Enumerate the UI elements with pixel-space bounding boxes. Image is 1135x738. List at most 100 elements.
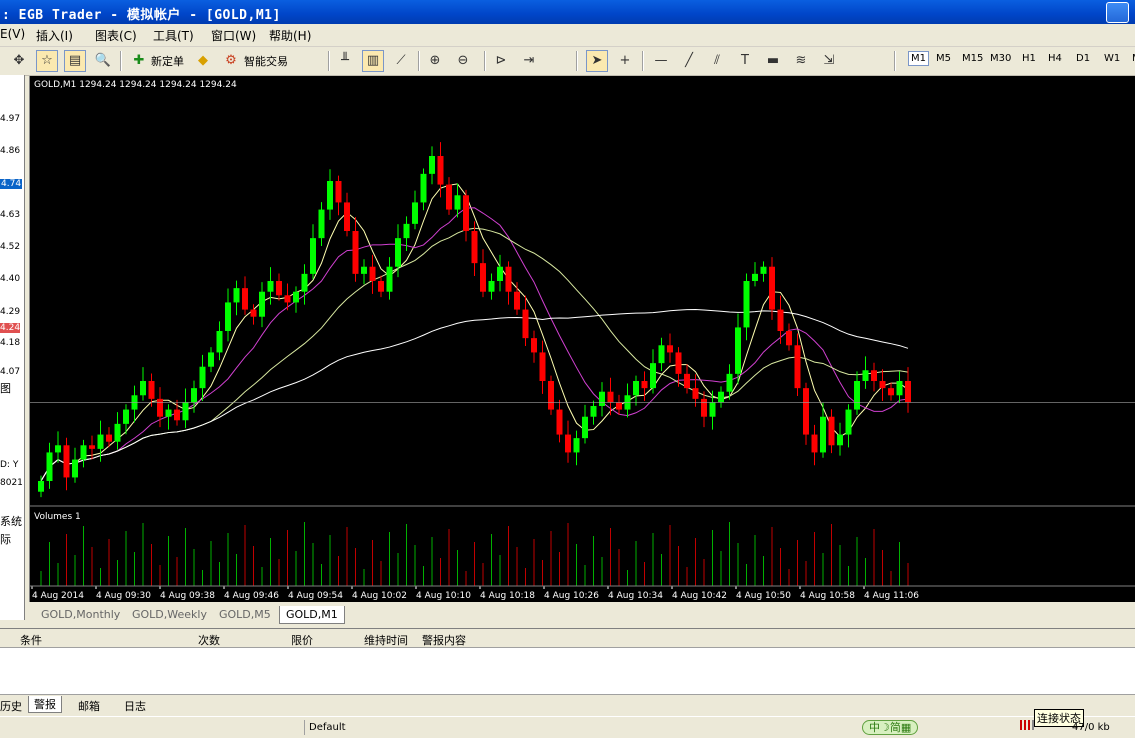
time-axis-label: 4 Aug 09:38	[160, 591, 215, 601]
timeframe-w1[interactable]: W1	[1104, 53, 1120, 64]
time-axis-label: 4 Aug 10:26	[544, 591, 599, 601]
candle-body	[633, 381, 639, 396]
timeframe-d1[interactable]: D1	[1076, 53, 1090, 64]
tab-gold-m5[interactable]: GOLD,M5	[219, 606, 271, 623]
tab-gold-monthly[interactable]: GOLD,Monthly	[41, 606, 120, 623]
bar-chart-icon[interactable]: ╨	[334, 50, 356, 72]
cursor-icon[interactable]: ➤	[586, 50, 608, 72]
candle-body	[242, 288, 248, 310]
candle-body	[63, 445, 70, 478]
crosshair-icon[interactable]: +	[614, 50, 636, 72]
panel-text: 际	[0, 533, 11, 546]
column-condition[interactable]: 条件	[20, 632, 42, 648]
fibonacci-icon[interactable]: ≋	[790, 50, 812, 72]
candle-body	[208, 352, 214, 367]
profile-name: Default	[304, 720, 429, 735]
candle-body	[344, 202, 350, 231]
column-alert-content[interactable]: 警报内容	[422, 632, 466, 648]
expert-advisor-button[interactable]: 智能交易	[244, 53, 288, 69]
chart-tabs: GOLD,Monthly GOLD,Weekly GOLD,M5 GOLD,M1	[29, 604, 1135, 626]
candle-body	[429, 156, 435, 174]
candle-body	[80, 445, 87, 460]
zoom-out-icon[interactable]: ⊖	[452, 50, 474, 72]
favorites-star-icon[interactable]: ☆	[36, 50, 58, 72]
label-icon[interactable]: ▬	[762, 50, 784, 72]
time-axis-label: 4 Aug 09:30	[96, 591, 151, 601]
candle-body	[845, 409, 852, 435]
price-label: 4.40	[0, 274, 21, 284]
tab-gold-weekly[interactable]: GOLD,Weekly	[132, 606, 207, 623]
candle-body	[658, 345, 665, 364]
menu-help[interactable]: 帮助(H)	[269, 27, 311, 44]
channel-icon[interactable]: ⫽	[706, 50, 728, 72]
timeframe-m5[interactable]: M5	[936, 53, 951, 64]
time-axis-label: 4 Aug 10:18	[480, 591, 535, 601]
candle-body	[837, 434, 843, 446]
candle-body	[72, 459, 78, 478]
menu-tools[interactable]: 工具(T)	[153, 27, 194, 44]
chart-shift-icon[interactable]: ⇥	[518, 50, 540, 72]
column-limit[interactable]: 限价	[291, 632, 313, 648]
trendline-icon[interactable]: ╱	[678, 50, 700, 72]
candle-body	[97, 434, 104, 449]
restore-button[interactable]	[1106, 2, 1129, 23]
terminal-tabs: 历史 警报 邮箱 日志	[0, 694, 1135, 715]
chart-window[interactable]: 4 Aug 2014 4 Aug 09:30 4 Aug 09:38 4 Aug 09…	[29, 76, 1135, 602]
tab-gold-m1[interactable]: GOLD,M1	[279, 606, 345, 624]
candle-body	[46, 452, 53, 481]
candle-body	[310, 238, 316, 274]
zoom-in-icon[interactable]: ⊕	[424, 50, 446, 72]
zoom-window-icon[interactable]: 🔍	[92, 50, 114, 72]
timeframe-h1[interactable]: H1	[1022, 53, 1036, 64]
chart-label: 图	[0, 382, 11, 395]
candle-body	[182, 402, 189, 421]
candle-body	[692, 388, 699, 399]
candle-body	[769, 266, 775, 310]
menu-window[interactable]: 窗口(W)	[211, 27, 256, 44]
tab-journal[interactable]: 日志	[124, 698, 146, 714]
time-axis-label: 4 Aug 10:58	[800, 591, 855, 601]
tab-history[interactable]: 历史	[0, 698, 22, 714]
text-icon[interactable]: T	[734, 50, 756, 72]
candle-body	[539, 352, 546, 381]
timeframe-m1[interactable]: M1	[908, 51, 929, 66]
candle-body	[488, 281, 495, 292]
horizontal-line-icon[interactable]: —	[650, 50, 672, 72]
menu-view[interactable]: E(V)	[0, 27, 25, 41]
candle-body	[123, 409, 129, 424]
arrows-dropdown-icon[interactable]: ⇲	[818, 50, 840, 72]
line-chart-icon[interactable]: ⟋	[390, 50, 412, 72]
candle-body	[335, 181, 342, 203]
time-axis-label: 4 Aug 10:02	[352, 591, 407, 601]
time-axis-label: 4 Aug 09:46	[224, 591, 279, 601]
crosshair-move-icon[interactable]: ✥	[8, 50, 30, 72]
autoscroll-icon[interactable]: ⊳	[490, 50, 512, 72]
tab-alerts[interactable]: 警报	[28, 696, 62, 713]
column-count[interactable]: 次数	[198, 632, 220, 648]
new-order-icon[interactable]: ✚	[128, 50, 150, 72]
warning-icon[interactable]: ◆	[192, 50, 214, 72]
menu-insert[interactable]: 插入(I)	[36, 27, 73, 44]
price-label: 4.29	[0, 307, 21, 317]
ime-icon[interactable]: 中☽简▦	[862, 720, 919, 735]
title-bar: : EGB Trader - 模拟帐户 - [GOLD,M1]	[0, 0, 1135, 24]
timeframe-m30[interactable]: M30	[990, 53, 1011, 64]
price-label: 4.07	[0, 367, 21, 377]
candle-body	[148, 381, 155, 399]
time-axis-label: 4 Aug 10:10	[416, 591, 471, 601]
candle-body	[565, 434, 571, 453]
candle-body	[777, 309, 784, 331]
price-chart[interactable]: 4 Aug 2014 4 Aug 09:30 4 Aug 09:38 4 Aug 09…	[30, 76, 1135, 602]
candlestick-icon[interactable]: ▥	[362, 50, 384, 72]
menu-charts[interactable]: 图表(C)	[95, 27, 137, 44]
column-duration[interactable]: 维持时间	[364, 632, 408, 648]
new-order-button[interactable]: 新定单	[151, 53, 184, 69]
timeframe-m15[interactable]: M15	[962, 53, 983, 64]
candle-body	[667, 345, 673, 353]
price-label: 4.86	[0, 146, 21, 156]
timeframe-h4[interactable]: H4	[1048, 53, 1062, 64]
navigator-icon[interactable]: ▤	[64, 50, 86, 72]
candle-body	[548, 381, 554, 410]
tab-mailbox[interactable]: 邮箱	[78, 698, 100, 714]
expert-advisor-icon[interactable]: ⚙	[220, 50, 242, 72]
